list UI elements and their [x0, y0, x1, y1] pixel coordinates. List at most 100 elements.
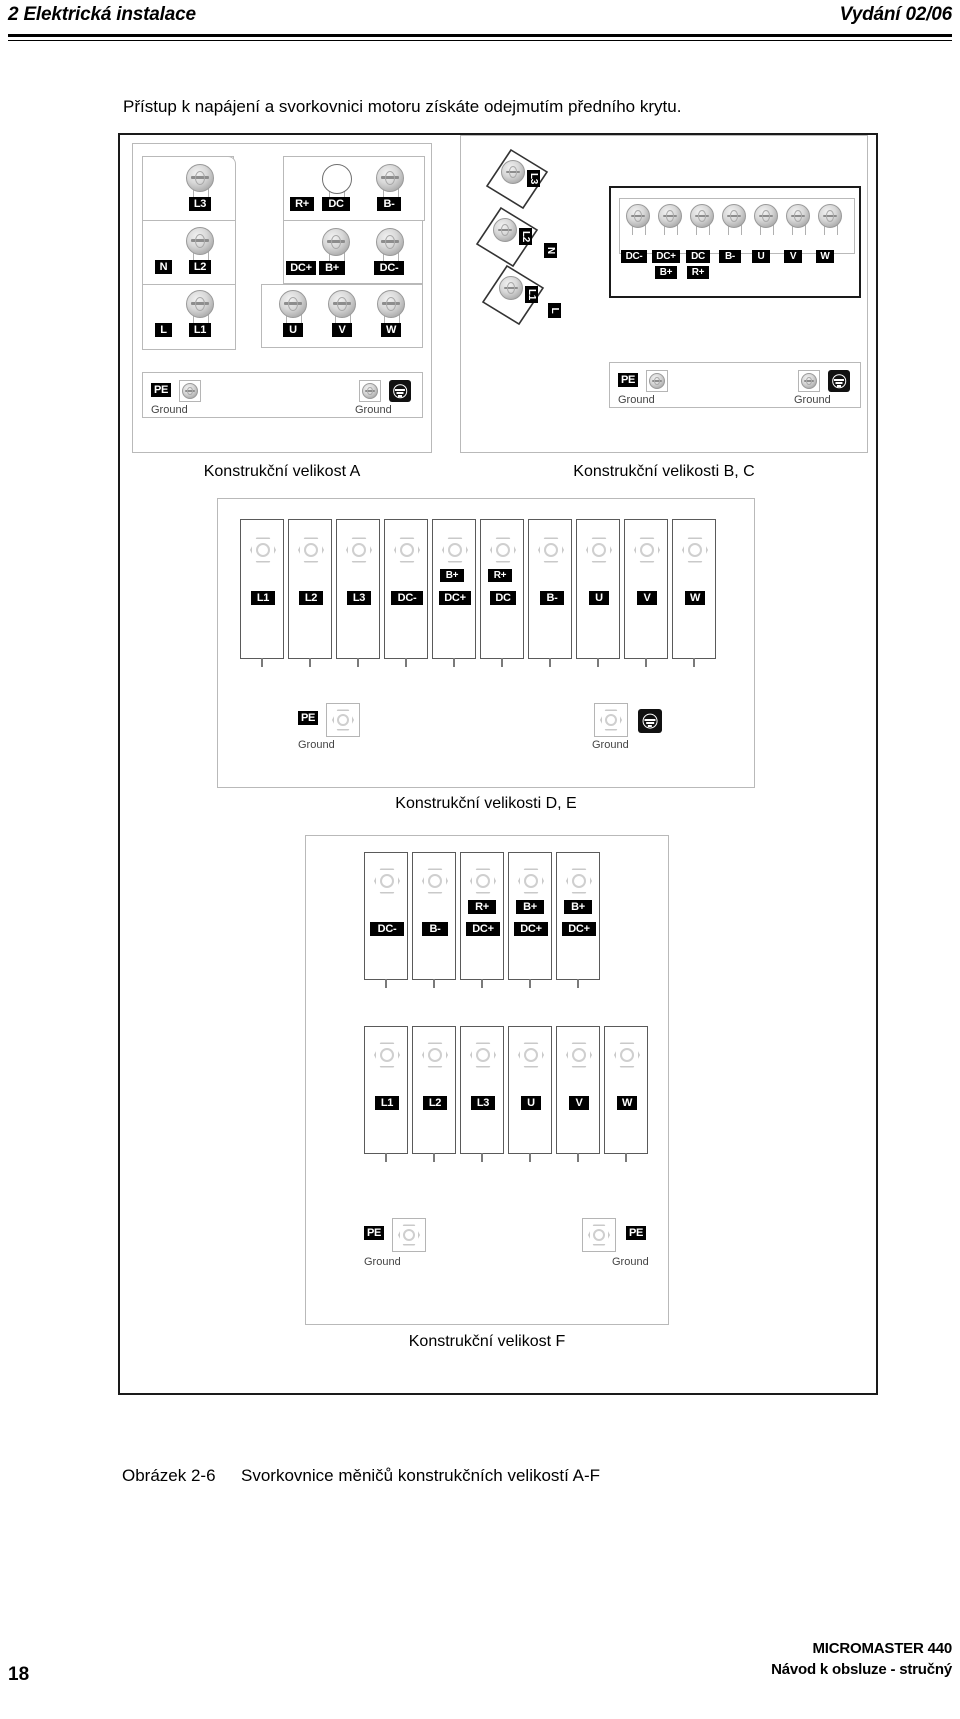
- figure-caption: Obrázek 2-6 Svorkovnice měničů konstrukč…: [122, 1466, 600, 1486]
- frame-a-ground-text-left: Ground: [151, 404, 188, 416]
- frame-bc-ground-strip: PE Ground Ground: [609, 362, 861, 408]
- frame-f-motor-hex-2: [470, 1042, 496, 1068]
- frame-a-screw-l3: [186, 164, 214, 192]
- frame-bc-label-dcplus: DC+: [652, 250, 680, 263]
- frame-a-mains-group: L3 L2 N L1 L: [142, 156, 236, 350]
- frame-de-hex-9: [682, 537, 708, 563]
- frame-a-label-bplus: B+: [319, 261, 345, 275]
- frame-de-hex-ground-left: [332, 709, 354, 731]
- frame-a-mains-cell-l3: [142, 156, 236, 221]
- frame-f-ground-text-right: Ground: [612, 1256, 649, 1268]
- frame-f-label-dcplus-1: DC+: [466, 922, 500, 936]
- frame-de-label-l2: L2: [299, 591, 323, 605]
- frame-de-hex-3: [394, 537, 420, 563]
- intro-paragraph: Přístup k napájení a svorkovnici motoru …: [123, 97, 682, 116]
- frame-f-dc-hex-4: [566, 868, 592, 894]
- frame-a-screw-ground-right: [362, 383, 378, 399]
- frame-f-hex-ground-left: [398, 1224, 420, 1246]
- frame-bc-chain-outline: [475, 148, 549, 326]
- frame-bc-screw-dcminus: [626, 204, 650, 228]
- frame-de-hex-6: [538, 537, 564, 563]
- frame-bc-screw-ground-left: [649, 373, 665, 389]
- frame-f-motor-hex-0: [374, 1042, 400, 1068]
- frame-f-label-dcplus-3: DC+: [562, 922, 596, 936]
- frame-a-screw-bminus: [376, 164, 404, 192]
- figure-caption-text: Svorkovnice měničů konstrukčních velikos…: [241, 1466, 601, 1485]
- frame-a-label-l2: L2: [189, 260, 211, 274]
- frame-de-hex-ground-right: [600, 709, 622, 731]
- frame-a-label-bminus: B-: [377, 197, 401, 211]
- frame-f-ground-text-left: Ground: [364, 1256, 401, 1268]
- frame-de-caption: Konstrukční velikosti D, E: [395, 795, 577, 812]
- frame-de-label-pe: PE: [298, 711, 318, 725]
- frame-a-screw-l1: [186, 290, 214, 318]
- frame-de-hex-5: [490, 537, 516, 563]
- page-header: 2 Elektrická instalace Vydání 02/06: [8, 4, 952, 38]
- frame-f-caption: Konstrukční velikost F: [408, 1333, 566, 1350]
- frame-f-label-dcminus: DC-: [370, 922, 404, 936]
- frame-de-hex-0: [250, 537, 276, 563]
- frame-bc-label-n: N: [544, 243, 557, 258]
- frame-bc-ground-text-left: Ground: [618, 394, 655, 406]
- frame-a-label-l1: L1: [189, 323, 211, 337]
- frame-a-dc-group: R+ DC B- DC+ B+ DC-: [283, 156, 425, 284]
- frame-a-label-w: W: [381, 323, 401, 337]
- frame-f-label-bplus-1: B+: [516, 900, 544, 914]
- frame-f-dc-hex-1: [422, 868, 448, 894]
- frame-a-screw-w: [377, 290, 405, 318]
- frame-bc-screw-l1: [499, 276, 523, 300]
- page-number: 18: [8, 1664, 30, 1685]
- frame-a-label-dcplus: DC+: [286, 261, 316, 275]
- frame-f-label-pe-left: PE: [364, 1226, 384, 1240]
- frame-bc-terminal-block: DC- DC+ DC B- U V W B+ R+: [609, 186, 861, 298]
- frame-f-label-u: U: [521, 1096, 541, 1110]
- frame-bc-label-dcminus: DC-: [621, 250, 647, 263]
- frame-de-label-rplus: R+: [488, 569, 512, 582]
- frame-bc-label-l3: L3: [527, 170, 540, 187]
- frame-a-label-dcminus: DC-: [374, 261, 404, 275]
- footer-product-name: MICROMASTER 440: [812, 1640, 952, 1657]
- earth-icon: [638, 709, 662, 733]
- frame-f-label-l2: L2: [423, 1096, 447, 1110]
- frame-f-label-bplus-2: B+: [564, 900, 592, 914]
- frame-a-diagram: L3 L2 N L1 L R+ DC B- DC+ B+ DC- U V W P…: [132, 143, 432, 453]
- frame-de-label-v: V: [637, 591, 657, 605]
- footer-doc-type: Návod k obsluze - stručný: [771, 1661, 952, 1678]
- frame-bc-screw-ground-right: [801, 373, 817, 389]
- frame-a-label-n: N: [155, 260, 172, 274]
- frame-bc-screw-l3: [501, 160, 525, 184]
- frame-a-dc-cell-top: [283, 156, 425, 221]
- figure-terminal-blocks: L3 L2 N L1 L R+ DC B- DC+ B+ DC- U V W P…: [118, 133, 878, 1395]
- frame-de-label-l3: L3: [347, 591, 371, 605]
- frame-f-motor-hex-4: [566, 1042, 592, 1068]
- frame-de-hex-7: [586, 537, 612, 563]
- frame-de-label-l1: L1: [251, 591, 275, 605]
- frame-f-motor-hex-1: [422, 1042, 448, 1068]
- frame-f-dc-strip: R+ B+ B+ DC- B- DC+ DC+ DC+: [364, 852, 624, 992]
- frame-de-label-u: U: [589, 591, 609, 605]
- frame-de-label-dc: DC: [490, 591, 516, 605]
- frame-bc-label-l2: L2: [519, 228, 532, 245]
- frame-de-hex-1: [298, 537, 324, 563]
- frame-de-hex-2: [346, 537, 372, 563]
- frame-de-ground-text-right: Ground: [592, 739, 629, 751]
- frame-a-ground-strip: PE Ground Ground: [142, 372, 423, 418]
- frame-bc-label-bminus: B-: [719, 250, 741, 263]
- frame-f-label-l3: L3: [471, 1096, 495, 1110]
- header-divider: [8, 34, 952, 41]
- frame-f-diagram: R+ B+ B+ DC- B- DC+ DC+ DC+ L1 L2 L3 U V…: [305, 835, 669, 1325]
- frame-a-label-dc: DC: [322, 197, 350, 211]
- frame-f-hex-ground-right: [588, 1224, 610, 1246]
- frame-a-label-l: L: [155, 323, 172, 337]
- frame-de-label-bplus: B+: [440, 569, 464, 582]
- figure-caption-number: Obrázek 2-6: [122, 1466, 216, 1485]
- frame-a-screw-bplus: [322, 228, 350, 256]
- frame-f-ground-strip: PE PE Ground Ground: [364, 1214, 664, 1268]
- frame-f-dc-hex-3: [518, 868, 544, 894]
- frame-bc-label-rplus: R+: [687, 266, 709, 279]
- frame-a-screw-l2: [186, 227, 214, 255]
- frame-bc-screw-v: [786, 204, 810, 228]
- frame-bc-label-l: L: [548, 303, 561, 318]
- frame-a-label-u: U: [283, 323, 303, 337]
- frame-a-mains-cell-l2: [142, 220, 236, 285]
